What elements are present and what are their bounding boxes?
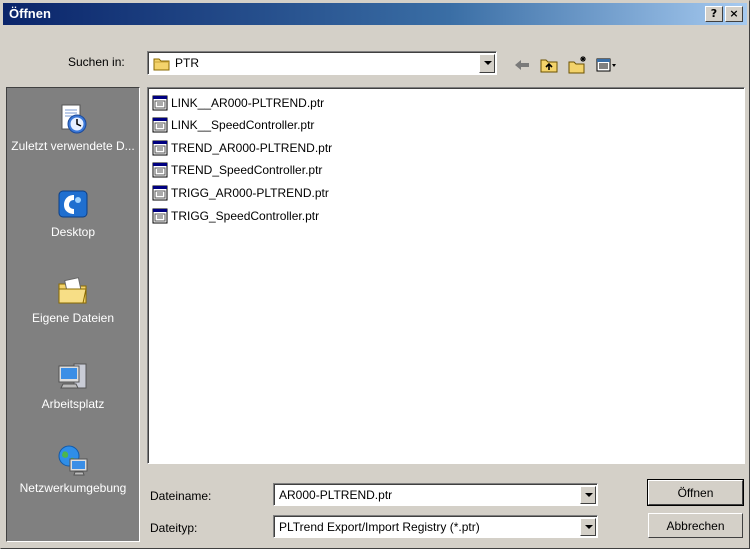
- filetype-dropdown[interactable]: PLTrend Export/Import Registry (*.ptr): [273, 515, 598, 538]
- place-my-computer-label: Arbeitsplatz: [41, 397, 105, 411]
- title-bar[interactable]: Öffnen ? ×: [3, 3, 747, 25]
- file-icon: [152, 140, 168, 156]
- help-button[interactable]: ?: [705, 6, 723, 22]
- place-recent-label: Zuletzt verwendete D...: [11, 139, 135, 153]
- dialog-title: Öffnen: [9, 6, 51, 21]
- list-item[interactable]: LINK__SpeedController.ptr: [152, 116, 314, 134]
- place-network-label: Netzwerkumgebung: [19, 481, 127, 495]
- place-my-documents[interactable]: Eigene Dateien: [7, 274, 139, 326]
- filename-label: Dateiname:: [150, 489, 212, 503]
- places-bar: Zuletzt verwendete D... Desktop Eigene D…: [6, 87, 140, 542]
- open-button[interactable]: Öffnen: [647, 479, 744, 506]
- cancel-button[interactable]: Abbrechen: [648, 513, 743, 538]
- list-item[interactable]: TREND_AR000-PLTREND.ptr: [152, 139, 332, 157]
- list-item[interactable]: TRIGG_SpeedController.ptr: [152, 207, 319, 225]
- file-icon: [152, 162, 168, 178]
- file-icon: [152, 117, 168, 133]
- place-desktop[interactable]: Desktop: [7, 188, 139, 240]
- filename-input[interactable]: AR000-PLTREND.ptr: [273, 483, 598, 506]
- file-list[interactable]: LINK__AR000-PLTREND.ptr LINK__SpeedContr…: [147, 87, 745, 464]
- up-folder-icon[interactable]: [539, 55, 561, 75]
- file-name: TRIGG_SpeedController.ptr: [171, 209, 320, 223]
- file-icon: [152, 208, 168, 224]
- file-name: TREND_SpeedController.ptr: [171, 163, 323, 177]
- file-name: TREND_AR000-PLTREND.ptr: [171, 141, 333, 155]
- filetype-dropdown-arrow[interactable]: [580, 518, 596, 536]
- lookin-dropdown-arrow[interactable]: [479, 54, 495, 73]
- open-button-label: Öffnen: [677, 486, 714, 500]
- list-item[interactable]: TRIGG_AR000-PLTREND.ptr: [152, 184, 329, 202]
- folder-icon: [153, 58, 170, 71]
- open-dialog: Öffnen ? × Suchen in: PTR Zuletzt verwen…: [0, 0, 750, 549]
- back-icon[interactable]: [511, 55, 533, 75]
- lookin-dropdown[interactable]: PTR: [147, 51, 497, 75]
- place-my-computer[interactable]: Arbeitsplatz: [7, 360, 139, 412]
- lookin-label: Suchen in:: [68, 55, 125, 69]
- filename-dropdown-arrow[interactable]: [580, 486, 596, 504]
- file-icon: [152, 95, 168, 111]
- filetype-value: PLTrend Export/Import Registry (*.ptr): [279, 520, 480, 534]
- recent-documents-icon: [61, 104, 87, 134]
- desktop-icon: [58, 190, 88, 218]
- place-recent[interactable]: Zuletzt verwendete D...: [7, 102, 139, 154]
- file-icon: [152, 185, 168, 201]
- file-name: TRIGG_AR000-PLTREND.ptr: [171, 186, 329, 200]
- list-item[interactable]: TREND_SpeedController.ptr: [152, 161, 322, 179]
- lookin-value: PTR: [175, 56, 199, 70]
- place-desktop-label: Desktop: [50, 225, 96, 239]
- new-folder-icon[interactable]: [567, 55, 589, 75]
- view-menu-icon[interactable]: [595, 55, 617, 75]
- filename-value: AR000-PLTREND.ptr: [279, 488, 393, 502]
- place-network[interactable]: Netzwerkumgebung: [7, 444, 139, 496]
- network-icon: [58, 445, 88, 476]
- list-item[interactable]: LINK__AR000-PLTREND.ptr: [152, 94, 324, 112]
- place-my-documents-label: Eigene Dateien: [31, 311, 115, 325]
- my-computer-icon: [58, 363, 87, 389]
- close-button[interactable]: ×: [725, 6, 743, 22]
- filetype-label: Dateityp:: [150, 521, 198, 535]
- file-name: LINK__SpeedController.ptr: [171, 118, 315, 132]
- file-name: LINK__AR000-PLTREND.ptr: [171, 96, 325, 110]
- my-documents-icon: [58, 277, 87, 304]
- cancel-button-label: Abbrechen: [666, 519, 725, 533]
